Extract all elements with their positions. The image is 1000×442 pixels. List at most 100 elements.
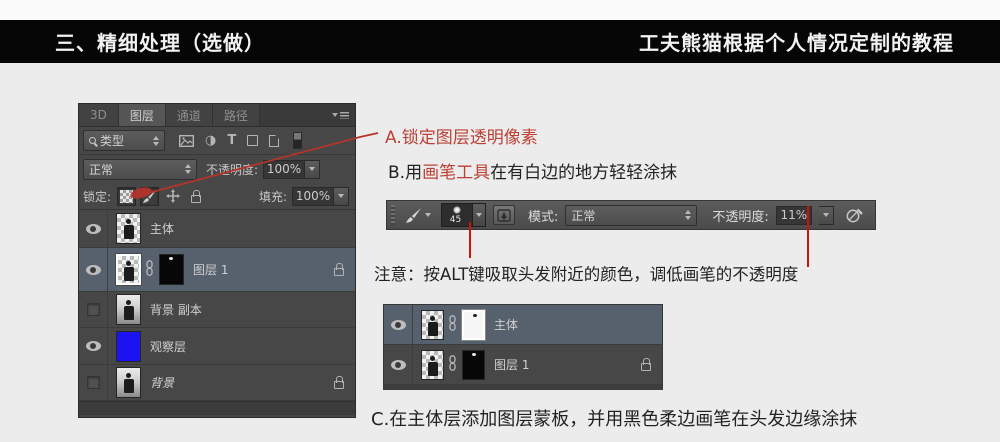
chevron-down-icon <box>425 213 431 217</box>
brush-opacity-dropdown-button[interactable] <box>818 205 834 225</box>
link-icon <box>448 314 457 335</box>
layer-thumbnail[interactable] <box>115 253 142 286</box>
annotation-c: C.在主体层添加图层蒙板，并用黑色柔边画笔在头发边缘涂抹 <box>371 409 858 430</box>
brush-tool-button[interactable] <box>402 205 434 226</box>
image-filter-icon[interactable] <box>179 134 194 147</box>
opacity-value[interactable]: 100% <box>263 159 306 179</box>
panel-menu-button[interactable] <box>332 104 355 126</box>
visibility-toggle[interactable] <box>384 345 413 384</box>
layer-name: 观察层 <box>150 339 187 354</box>
layer-thumbnail[interactable] <box>421 349 444 380</box>
blend-mode-value: 正常 <box>89 162 114 177</box>
padlock-icon <box>190 189 201 203</box>
eye-icon <box>85 341 101 351</box>
brush-size-value: 45 <box>449 215 462 225</box>
visibility-toggle[interactable] <box>79 292 108 327</box>
brush-opacity-value[interactable]: 11% <box>775 205 812 225</box>
panel-footer <box>79 401 355 415</box>
layer-name: 主体 <box>494 318 519 332</box>
checkerboard-icon <box>120 189 134 203</box>
annotation-a: A.锁定图层透明像素 <box>385 128 538 148</box>
annotation-b-suffix: 在有白边的地方轻轻涂抹 <box>490 163 678 183</box>
link-icon <box>145 259 154 280</box>
layer-row-beijing-fuben[interactable]: 背景 副本 <box>79 292 355 328</box>
layer-mask-thumbnail[interactable] <box>461 308 486 341</box>
mode-label: 模式: <box>528 209 559 225</box>
brush-preset-picker[interactable]: 45 <box>441 203 486 227</box>
layer-name: 主体 <box>150 222 175 236</box>
layer-name: 背景 <box>150 376 175 390</box>
brush-icon <box>142 189 157 203</box>
mask-speck <box>472 352 476 356</box>
filter-kind-select[interactable]: 类型 <box>83 130 165 151</box>
layer-name: 图层 1 <box>494 358 530 372</box>
filter-toggle-icon[interactable] <box>293 132 303 149</box>
toggle-brush-panel-button[interactable] <box>493 205 515 225</box>
lock-all-button[interactable] <box>186 187 205 206</box>
layer-row-guanchaceng[interactable]: 观察层 <box>79 328 355 365</box>
mode-select[interactable]: 正常 <box>565 204 698 226</box>
layer-mask-thumbnail[interactable] <box>462 349 485 380</box>
lock-paint-button[interactable] <box>140 186 160 206</box>
airbrush-button[interactable] <box>845 207 864 224</box>
lock-transparency-button[interactable] <box>117 186 137 206</box>
layer-thumbnail[interactable] <box>116 330 141 362</box>
visibility-toggle[interactable] <box>79 210 108 247</box>
tab-layers[interactable]: 图层 <box>118 104 166 126</box>
opacity-dropdown-button[interactable] <box>305 159 321 179</box>
updown-arrows-icon <box>153 135 159 146</box>
menu-icon <box>340 111 349 119</box>
adjustment-filter-icon[interactable] <box>205 134 216 147</box>
lock-row: 锁定: 填充: 100% <box>79 183 355 210</box>
layer-row-tuceng1-mask[interactable]: 图层 1 <box>384 345 662 385</box>
brush-preset-dropdown-button[interactable] <box>473 203 486 227</box>
credit-title: 工夫熊猫根据个人情况定制的教程 <box>639 31 954 55</box>
layer-thumbnail[interactable] <box>116 213 141 244</box>
soft-brush-dot-icon <box>453 206 461 214</box>
mask-speck <box>473 313 477 317</box>
eye-hidden-box <box>86 376 100 389</box>
visibility-toggle[interactable] <box>79 328 108 364</box>
fill-value[interactable]: 100% <box>292 186 334 206</box>
layer-row-zhuti-mask[interactable]: 主体 <box>384 305 662 345</box>
layer-thumbnail[interactable] <box>421 309 444 340</box>
layer-mask-thumbnail[interactable] <box>159 254 184 285</box>
search-icon <box>89 137 96 144</box>
updown-arrows-icon <box>685 210 692 220</box>
layer-row-beijing[interactable]: 背景 <box>79 365 355 401</box>
mask-speck <box>169 257 173 260</box>
layer-name: 图层 1 <box>193 263 229 277</box>
brush-panel-icon <box>497 208 511 222</box>
filter-kind-label: 类型 <box>100 134 125 148</box>
tab-paths[interactable]: 路径 <box>212 104 260 126</box>
eye-icon <box>390 319 406 330</box>
type-filter-icon[interactable] <box>227 134 236 147</box>
blend-mode-select[interactable]: 正常 <box>83 158 197 180</box>
layer-thumbnail[interactable] <box>116 294 141 325</box>
layer-row-zhuti[interactable]: 主体 <box>79 210 355 248</box>
lock-position-button[interactable] <box>163 187 182 206</box>
brush-icon <box>406 207 421 223</box>
layer-thumbnail[interactable] <box>116 367 141 398</box>
eye-icon <box>390 359 406 370</box>
tab-channels[interactable]: 通道 <box>165 104 213 126</box>
layer-row-tuceng1[interactable]: 图层 1 <box>79 248 355 292</box>
fill-dropdown-button[interactable] <box>334 186 349 206</box>
shape-filter-icon[interactable] <box>247 135 259 146</box>
panel-tab-bar: 3D 图层 通道 路径 <box>79 104 355 127</box>
smart-object-filter-icon[interactable] <box>269 134 280 147</box>
eye-hidden-box <box>86 303 100 316</box>
title-bar: 三、精细处理（选做） 工夫熊猫根据个人情况定制的教程 <box>0 20 1000 63</box>
visibility-toggle[interactable] <box>384 305 413 344</box>
tab-3d[interactable]: 3D <box>79 104 119 126</box>
layer-filter-row: 类型 <box>79 127 355 155</box>
toolbar-grip <box>391 205 395 225</box>
annotation-b: B.用画笔工具在有白边的地方轻轻涂抹 <box>388 158 677 183</box>
visibility-toggle[interactable] <box>79 248 108 291</box>
page-icon <box>269 134 280 147</box>
link-icon <box>448 354 457 375</box>
move-icon <box>165 189 180 203</box>
visibility-toggle[interactable] <box>79 365 108 400</box>
opacity-label: 不透明度: <box>206 162 259 177</box>
lock-badge-icon <box>334 263 344 276</box>
